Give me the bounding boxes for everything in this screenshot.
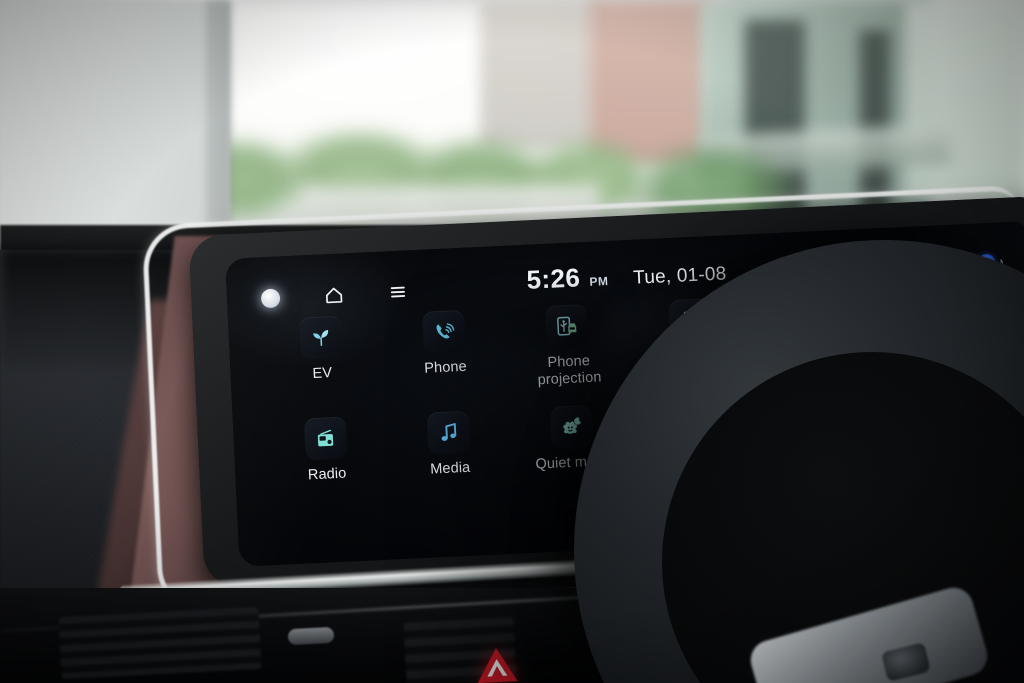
a-pillar (0, 0, 230, 240)
menu-icon[interactable] (388, 283, 409, 300)
console-knob[interactable] (287, 626, 335, 646)
steering-wheel-shadow (404, 300, 604, 683)
clock-time: 5:26 (525, 262, 581, 295)
a-pillar-edge (206, 0, 232, 250)
leaf-sprout-icon (298, 315, 343, 360)
air-vent-left (58, 606, 262, 680)
power-circle-icon[interactable] (260, 287, 281, 308)
app-label: EV (312, 365, 333, 383)
status-bar-left (227, 282, 409, 310)
background-building-glass-2 (905, 0, 1024, 200)
car-interior-scene: 5:26 PM Tue, 01-08 ♪ (0, 0, 1024, 683)
app-label: Radio (307, 465, 347, 484)
home-icon[interactable] (324, 285, 345, 304)
app-radio[interactable]: Radio (263, 415, 390, 503)
clock-ampm: PM (589, 273, 609, 289)
status-date: Tue, 01-08 (632, 263, 727, 289)
app-ev[interactable]: EV (258, 314, 385, 403)
radio-icon (303, 416, 348, 461)
